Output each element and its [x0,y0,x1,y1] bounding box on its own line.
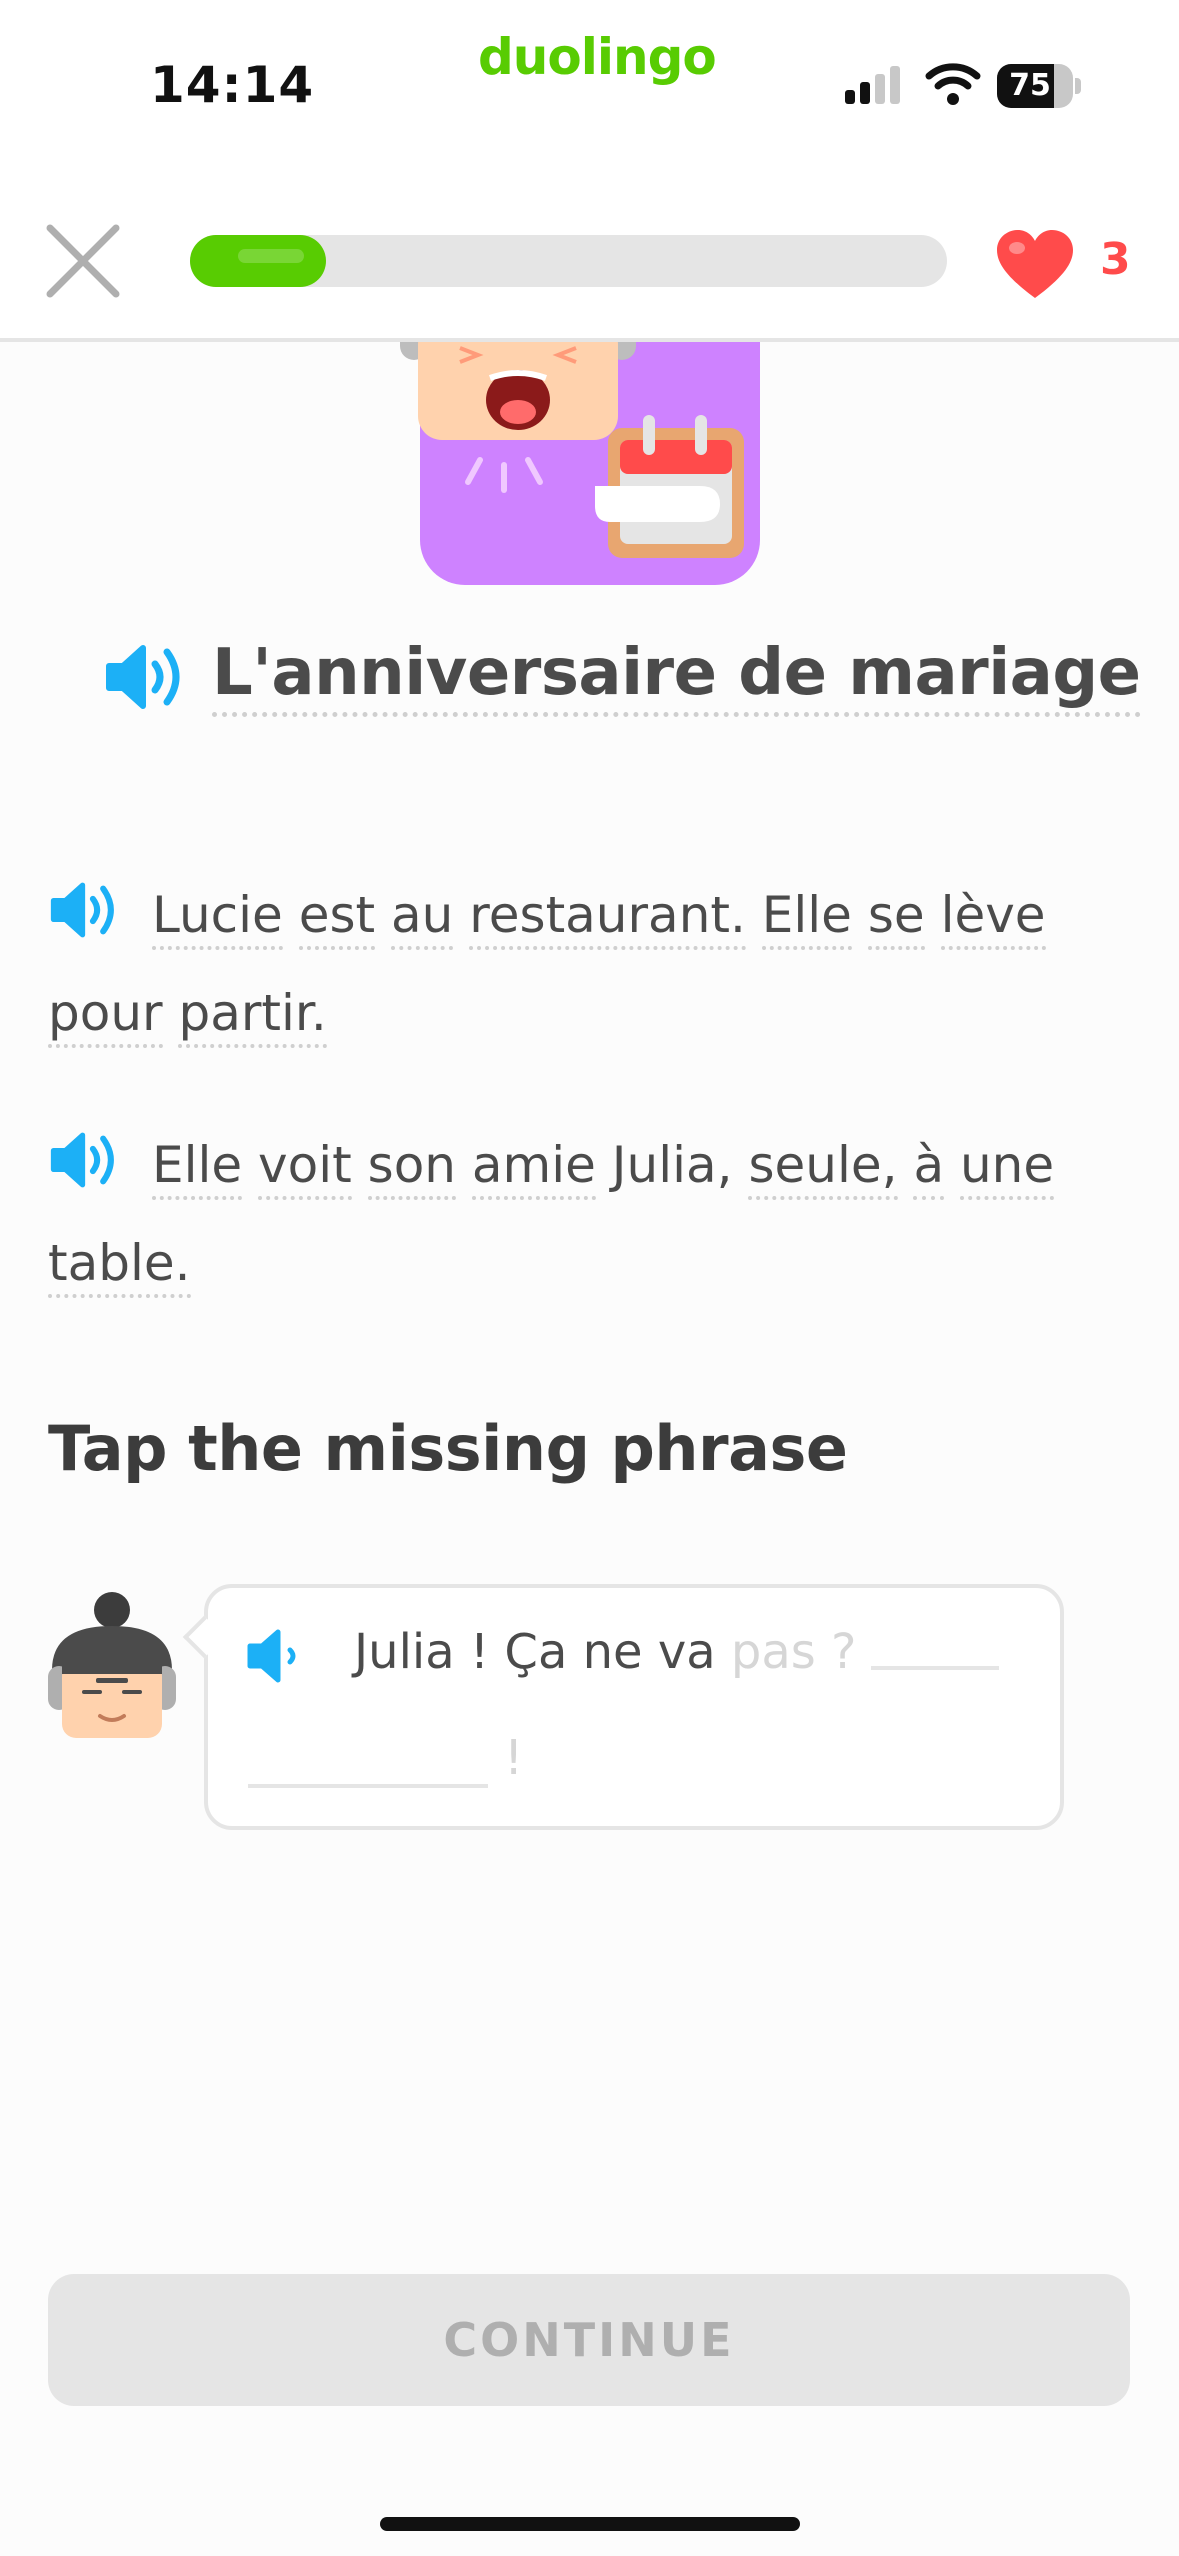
word-space [352,1136,368,1194]
story-word[interactable]: à [913,1136,945,1200]
battery-level: 75 [1009,68,1051,103]
continue-button[interactable]: CONTINUE [48,2274,1130,2406]
word-space [898,1136,914,1194]
battery-icon: 75 [997,64,1081,110]
story-title-row: L'anniversaire de mariage [100,632,1141,732]
story-word[interactable]: Elle [152,1136,243,1200]
story-word[interactable]: pour [48,984,163,1048]
status-time: 14:14 [150,56,315,114]
speaker-icon[interactable] [48,1130,124,1190]
story-word[interactable]: amie [471,1136,596,1200]
story-word[interactable]: restaurant. [469,886,746,950]
story-line: Lucie est au restaurant. Elle se lève po… [48,866,1108,1062]
story-word[interactable]: partir. [178,984,327,1048]
wifi-icon [925,63,981,105]
answer-blank [248,1784,488,1788]
bubble-text: Julia ! Ça ne va [354,1624,716,1680]
story-word[interactable]: au [391,886,454,950]
home-indicator[interactable] [380,2517,800,2531]
word-space [733,1136,749,1194]
story-word[interactable]: une [959,1136,1055,1200]
story-word[interactable]: se [867,886,925,950]
bubble-text-line: Julia ! Ça ne va pas ? [354,1624,999,1680]
hearts-count: 3 [1100,234,1131,285]
bubble-text-faded: pas ? [730,1624,857,1680]
word-space [746,886,762,944]
story-word[interactable]: voit [258,1136,352,1200]
story-line: Elle voit son amie Julia, seule, à une t… [48,1116,1108,1312]
story-title[interactable]: L'anniversaire de mariage [212,636,1141,717]
speech-bubble: Julia ! Ça ne va pas ? ! [182,1584,1064,1830]
character-avatar [48,1592,176,1738]
bubble-text-end: ! [504,1730,524,1786]
story-word[interactable]: Elle [761,886,852,950]
brand-logo: duolingo [478,28,717,86]
story-word[interactable]: table. [48,1234,191,1298]
word-space [852,886,868,944]
word-space [283,886,299,944]
word-space [925,886,941,944]
word-space [453,886,469,944]
status-bar: 14:14 duolingo 75 [0,0,1179,150]
word-space [375,886,391,944]
lesson-progress-bar [190,235,947,287]
story-word[interactable]: Julia, [612,1136,733,1194]
speaker-icon[interactable] [105,642,189,712]
story-word[interactable]: est [298,886,376,950]
speaker-icon[interactable] [246,1626,306,1686]
answer-blank [870,1666,999,1670]
speaker-icon[interactable] [48,880,124,940]
word-space [242,1136,258,1194]
progress-fill [190,235,327,287]
story-word[interactable]: seule, [748,1136,898,1200]
story-word[interactable]: son [367,1136,456,1200]
close-icon[interactable] [38,216,128,306]
lesson-header: 3 [0,150,1179,342]
story-word[interactable]: Lucie [152,886,283,950]
word-space [596,1136,612,1194]
word-space [944,1136,960,1194]
story-word[interactable]: lève [940,886,1046,950]
heart-icon[interactable] [995,228,1075,300]
word-space [163,984,179,1042]
word-space [456,1136,472,1194]
cellular-signal-icon [845,66,900,104]
exercise-instruction: Tap the missing phrase [48,1412,848,1485]
